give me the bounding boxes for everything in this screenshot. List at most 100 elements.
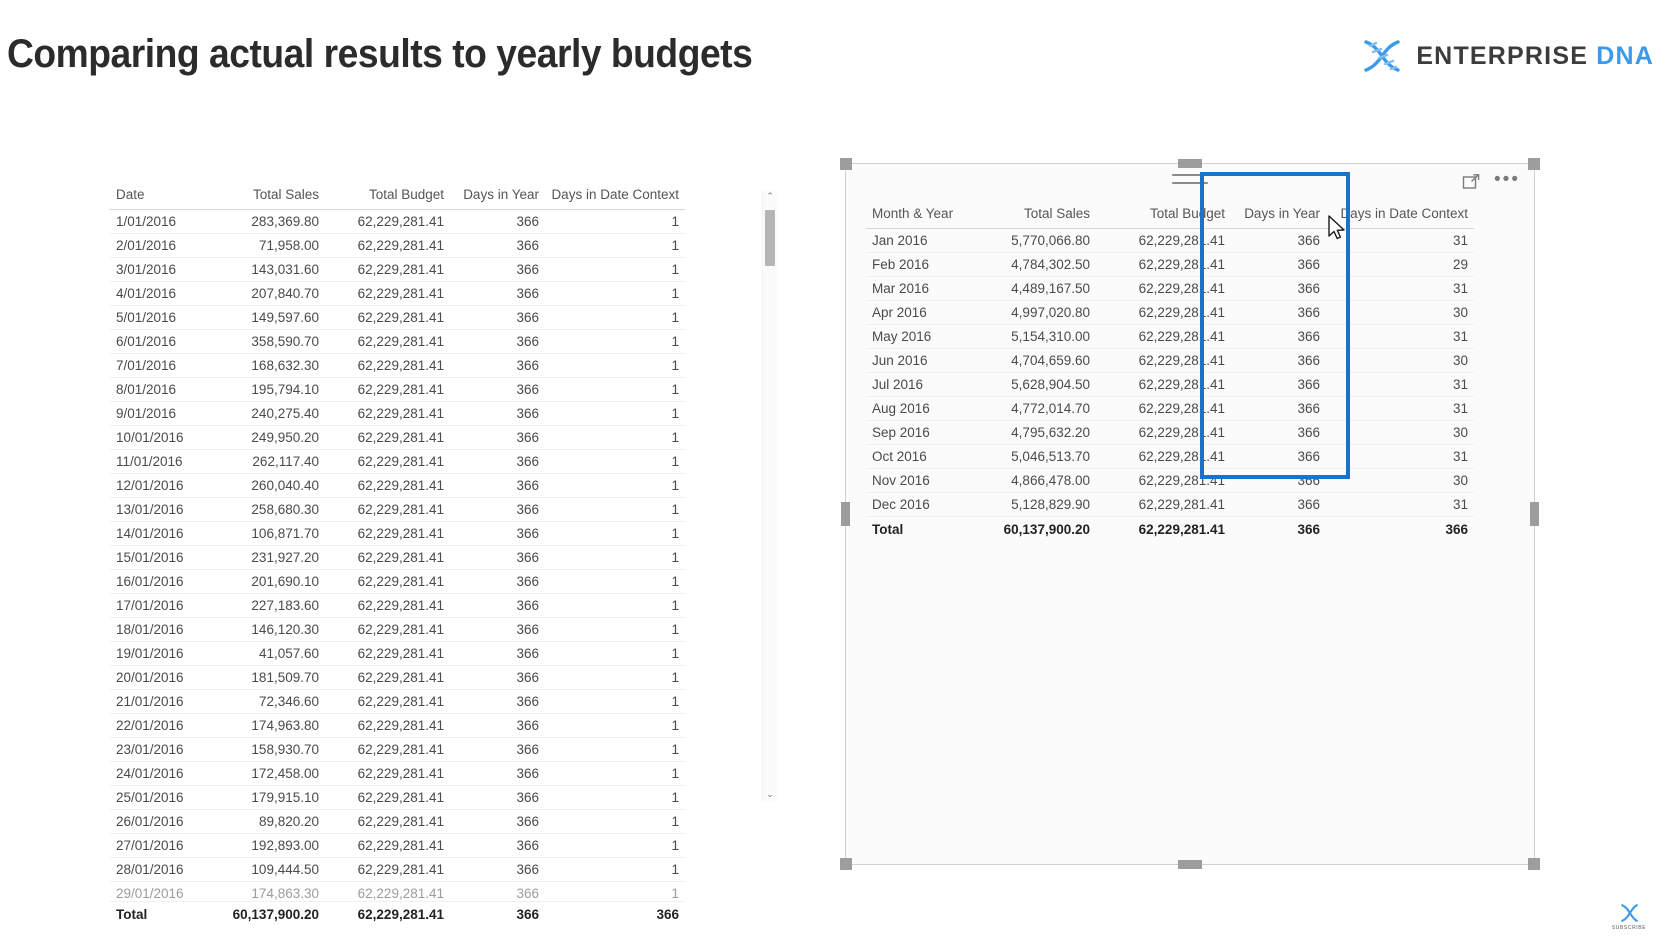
table-row[interactable]: 1/01/2016 283,369.80 62,229,281.41 366 1 bbox=[110, 209, 685, 234]
cell-total-budget: 62,229,281.41 bbox=[325, 689, 450, 714]
cell-label: Nov 2016 bbox=[866, 468, 971, 493]
total-cell-label: Total bbox=[110, 901, 210, 926]
cell-label: 5/01/2016 bbox=[110, 305, 210, 330]
table-row[interactable]: Apr 2016 4,997,020.80 62,229,281.41 366 30 bbox=[866, 300, 1474, 325]
cell-total-sales: 227,183.60 bbox=[210, 593, 325, 618]
column-header-total-sales[interactable]: Total Sales bbox=[210, 183, 325, 210]
table-row[interactable]: 18/01/2016 146,120.30 62,229,281.41 366 1 bbox=[110, 617, 685, 642]
brand-logo: ENTERPRISE DNA bbox=[1358, 36, 1654, 76]
cell-label: 20/01/2016 bbox=[110, 665, 210, 690]
table-row[interactable]: Dec 2016 5,128,829.90 62,229,281.41 366 31 bbox=[866, 492, 1474, 517]
table-row[interactable]: 19/01/2016 41,057.60 62,229,281.41 366 1 bbox=[110, 641, 685, 666]
resize-handle-right-center[interactable] bbox=[1530, 502, 1539, 526]
daily-table: Date Total Sales Total Budget Days in Ye… bbox=[110, 183, 685, 926]
cell-total-budget: 62,229,281.41 bbox=[325, 713, 450, 738]
scroll-up-arrow-icon[interactable]: ⌃ bbox=[766, 190, 774, 204]
resize-handle-bottom-right[interactable] bbox=[1528, 858, 1540, 870]
column-header-days-in-date-context[interactable]: Days in Date Context bbox=[545, 183, 685, 210]
table-row[interactable]: 27/01/2016 192,893.00 62,229,281.41 366 1 bbox=[110, 833, 685, 858]
table-row[interactable]: 23/01/2016 158,930.70 62,229,281.41 366 1 bbox=[110, 737, 685, 762]
brand-word-dna: DNA bbox=[1596, 41, 1654, 70]
cell-total-sales: 4,784,302.50 bbox=[971, 252, 1096, 277]
table-row[interactable]: Oct 2016 5,046,513.70 62,229,281.41 366 31 bbox=[866, 444, 1474, 469]
table-row[interactable]: 9/01/2016 240,275.40 62,229,281.41 366 1 bbox=[110, 401, 685, 426]
column-header-date[interactable]: Date bbox=[110, 183, 210, 210]
table-row[interactable]: Mar 2016 4,489,167.50 62,229,281.41 366 31 bbox=[866, 276, 1474, 301]
table-row[interactable]: Feb 2016 4,784,302.50 62,229,281.41 366 29 bbox=[866, 252, 1474, 277]
scrollbar-track[interactable] bbox=[763, 204, 777, 788]
cell-total-budget: 62,229,281.41 bbox=[325, 617, 450, 642]
table-row[interactable]: 7/01/2016 168,632.30 62,229,281.41 366 1 bbox=[110, 353, 685, 378]
table-row[interactable]: 29/01/2016 174,863.30 62,229,281.41 366 1 bbox=[110, 881, 685, 902]
cell-total-sales: 192,893.00 bbox=[210, 833, 325, 858]
cell-total-budget: 62,229,281.41 bbox=[325, 521, 450, 546]
cell-total-budget: 62,229,281.41 bbox=[1096, 228, 1231, 253]
column-header-total-sales[interactable]: Total Sales bbox=[971, 202, 1096, 229]
column-header-total-budget[interactable]: Total Budget bbox=[325, 183, 450, 210]
more-options-icon[interactable]: ••• bbox=[1494, 170, 1520, 189]
table-row[interactable]: 17/01/2016 227,183.60 62,229,281.41 366 1 bbox=[110, 593, 685, 618]
resize-handle-bottom-center[interactable] bbox=[1178, 860, 1202, 869]
table-row[interactable]: 6/01/2016 358,590.70 62,229,281.41 366 1 bbox=[110, 329, 685, 354]
table-row[interactable]: 16/01/2016 201,690.10 62,229,281.41 366 1 bbox=[110, 569, 685, 594]
table-row[interactable]: 2/01/2016 71,958.00 62,229,281.41 366 1 bbox=[110, 233, 685, 258]
table-row[interactable]: 4/01/2016 207,840.70 62,229,281.41 366 1 bbox=[110, 281, 685, 306]
table-row[interactable]: 12/01/2016 260,040.40 62,229,281.41 366 1 bbox=[110, 473, 685, 498]
table-row[interactable]: 14/01/2016 106,871.70 62,229,281.41 366 1 bbox=[110, 521, 685, 546]
table-row[interactable]: 11/01/2016 262,117.40 62,229,281.41 366 1 bbox=[110, 449, 685, 474]
total-cell-total-budget: 62,229,281.41 bbox=[1096, 516, 1231, 541]
table-header-row: Month & Year Total Sales Total Budget Da… bbox=[866, 202, 1474, 229]
table-row[interactable]: 3/01/2016 143,031.60 62,229,281.41 366 1 bbox=[110, 257, 685, 282]
cell-days-in-date-context: 1 bbox=[545, 521, 685, 546]
cell-total-budget: 62,229,281.41 bbox=[325, 233, 450, 258]
table-row[interactable]: 13/01/2016 258,680.30 62,229,281.41 366 1 bbox=[110, 497, 685, 522]
table-row[interactable]: 10/01/2016 249,950.20 62,229,281.41 366 1 bbox=[110, 425, 685, 450]
scroll-down-arrow-icon[interactable]: ⌄ bbox=[766, 788, 774, 802]
table-row[interactable]: 15/01/2016 231,927.20 62,229,281.41 366 1 bbox=[110, 545, 685, 570]
scrollbar-thumb[interactable] bbox=[765, 210, 775, 266]
resize-handle-top-left[interactable] bbox=[840, 158, 852, 170]
focus-mode-icon[interactable] bbox=[1462, 173, 1480, 195]
cell-total-budget: 62,229,281.41 bbox=[1096, 276, 1231, 301]
column-header-days-in-year[interactable]: Days in Year bbox=[1231, 202, 1326, 229]
column-header-days-in-year[interactable]: Days in Year bbox=[450, 183, 545, 210]
table-row[interactable]: 21/01/2016 72,346.60 62,229,281.41 366 1 bbox=[110, 689, 685, 714]
table-row[interactable]: 24/01/2016 172,458.00 62,229,281.41 366 1 bbox=[110, 761, 685, 786]
left-table-scrollbar[interactable]: ⌃ ⌄ bbox=[762, 190, 777, 802]
table-row[interactable]: 20/01/2016 181,509.70 62,229,281.41 366 1 bbox=[110, 665, 685, 690]
visual-drag-handle-icon[interactable] bbox=[1172, 174, 1208, 184]
column-header-total-budget[interactable]: Total Budget bbox=[1096, 202, 1231, 229]
cell-total-budget: 62,229,281.41 bbox=[325, 473, 450, 498]
resize-handle-top-center[interactable] bbox=[1178, 159, 1202, 168]
table-row[interactable]: Nov 2016 4,866,478.00 62,229,281.41 366 30 bbox=[866, 468, 1474, 493]
cell-total-budget: 62,229,281.41 bbox=[325, 377, 450, 402]
table-row[interactable]: Sep 2016 4,795,632.20 62,229,281.41 366 30 bbox=[866, 420, 1474, 445]
cell-days-in-year: 366 bbox=[450, 377, 545, 402]
subscribe-badge[interactable]: SUBSCRIBE bbox=[1606, 902, 1652, 931]
table-row[interactable]: May 2016 5,154,310.00 62,229,281.41 366 31 bbox=[866, 324, 1474, 349]
cell-days-in-date-context: 1 bbox=[545, 593, 685, 618]
table-row[interactable]: Jul 2016 5,628,904.50 62,229,281.41 366 31 bbox=[866, 372, 1474, 397]
cell-days-in-date-context: 1 bbox=[545, 257, 685, 282]
cell-days-in-date-context: 29 bbox=[1326, 252, 1474, 277]
table-row[interactable]: 28/01/2016 109,444.50 62,229,281.41 366 1 bbox=[110, 857, 685, 882]
cell-label: Oct 2016 bbox=[866, 444, 971, 469]
table-row[interactable]: Aug 2016 4,772,014.70 62,229,281.41 366 31 bbox=[866, 396, 1474, 421]
column-header-days-in-date-context[interactable]: Days in Date Context bbox=[1326, 202, 1474, 229]
right-table-visual[interactable]: ••• Month & Year Total Sales Total Budge… bbox=[840, 158, 1540, 870]
left-table-visual[interactable]: Date Total Sales Total Budget Days in Ye… bbox=[110, 183, 685, 926]
table-row[interactable]: 26/01/2016 89,820.20 62,229,281.41 366 1 bbox=[110, 809, 685, 834]
table-row[interactable]: 8/01/2016 195,794.10 62,229,281.41 366 1 bbox=[110, 377, 685, 402]
cell-total-budget: 62,229,281.41 bbox=[325, 809, 450, 834]
resize-handle-bottom-left[interactable] bbox=[840, 858, 852, 870]
resize-handle-left-center[interactable] bbox=[841, 502, 850, 526]
table-row[interactable]: 5/01/2016 149,597.60 62,229,281.41 366 1 bbox=[110, 305, 685, 330]
table-row[interactable]: Jun 2016 4,704,659.60 62,229,281.41 366 30 bbox=[866, 348, 1474, 373]
cell-label: 17/01/2016 bbox=[110, 593, 210, 618]
cell-total-budget: 62,229,281.41 bbox=[325, 329, 450, 354]
table-row[interactable]: 25/01/2016 179,915.10 62,229,281.41 366 1 bbox=[110, 785, 685, 810]
resize-handle-top-right[interactable] bbox=[1528, 158, 1540, 170]
table-row[interactable]: Jan 2016 5,770,066.80 62,229,281.41 366 31 bbox=[866, 228, 1474, 253]
column-header-month-year[interactable]: Month & Year bbox=[866, 202, 971, 229]
table-row[interactable]: 22/01/2016 174,963.80 62,229,281.41 366 1 bbox=[110, 713, 685, 738]
